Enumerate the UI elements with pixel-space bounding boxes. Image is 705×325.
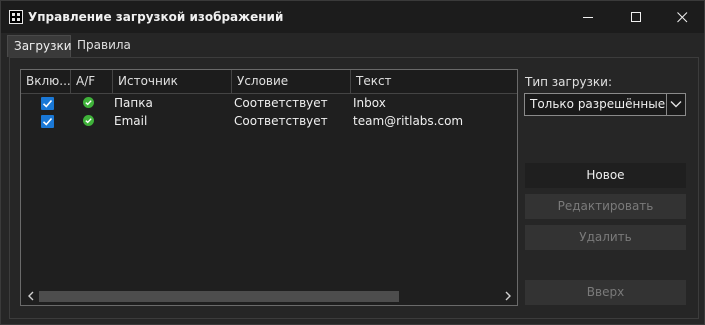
edit-button[interactable]: Редактировать	[525, 194, 686, 219]
condition-cell: Соответствует	[234, 96, 328, 110]
load-type-label: Тип загрузки:	[525, 75, 613, 89]
table-row[interactable]: Папка Соответствует Inbox	[21, 94, 517, 112]
dropdown-button[interactable]	[666, 94, 685, 115]
text-cell: Inbox	[353, 96, 386, 110]
move-up-button[interactable]: Вверх	[525, 280, 686, 305]
minimize-button[interactable]	[565, 1, 611, 33]
checkmark-icon	[42, 99, 53, 108]
column-header-source[interactable]: Источник	[113, 70, 232, 93]
app-icon	[9, 10, 23, 24]
column-header-text[interactable]: Текст	[351, 70, 517, 93]
rules-window: Управление загрузкой изображений Загрузк…	[0, 0, 705, 325]
check-circle-icon	[83, 97, 94, 108]
title-bar[interactable]: Управление загрузкой изображений	[1, 1, 704, 33]
table-row[interactable]: Email Соответствует team@ritlabs.com	[21, 112, 517, 130]
source-cell: Папка	[114, 96, 153, 110]
close-button[interactable]	[659, 1, 705, 33]
enabled-checkbox[interactable]	[41, 97, 54, 110]
load-type-select[interactable]: Только разрешённые	[524, 93, 686, 116]
check-circle-icon	[83, 115, 94, 126]
maximize-button[interactable]	[613, 1, 659, 33]
scrollbar-thumb[interactable]	[39, 291, 399, 302]
list-header: Вклю... A/F Источник Условие Текст	[21, 70, 517, 94]
tab-downloads[interactable]: Загрузки	[7, 35, 72, 57]
close-icon	[677, 12, 688, 23]
text-cell: team@ritlabs.com	[353, 114, 464, 128]
maximize-icon	[631, 12, 641, 22]
tab-rules[interactable]: Правила	[71, 35, 135, 57]
condition-cell: Соответствует	[234, 114, 328, 128]
column-header-condition[interactable]: Условие	[232, 70, 351, 93]
minimize-icon	[583, 17, 593, 18]
column-header-enabled[interactable]: Вклю...	[21, 70, 71, 93]
scroll-left-icon[interactable]	[27, 291, 35, 301]
window-title: Управление загрузкой изображений	[28, 10, 284, 24]
source-cell: Email	[114, 114, 148, 128]
delete-button[interactable]: Удалить	[525, 225, 686, 250]
checkmark-icon	[42, 117, 53, 126]
new-button[interactable]: Новое	[525, 163, 686, 188]
chevron-down-icon	[670, 101, 682, 108]
rules-list[interactable]: Вклю... A/F Источник Условие Текст Папка…	[20, 69, 518, 306]
load-type-value: Только разрешённые	[530, 97, 666, 111]
column-header-af[interactable]: A/F	[71, 70, 113, 93]
scroll-right-icon[interactable]	[504, 291, 512, 301]
enabled-checkbox[interactable]	[41, 115, 54, 128]
horizontal-scrollbar[interactable]	[21, 287, 517, 305]
